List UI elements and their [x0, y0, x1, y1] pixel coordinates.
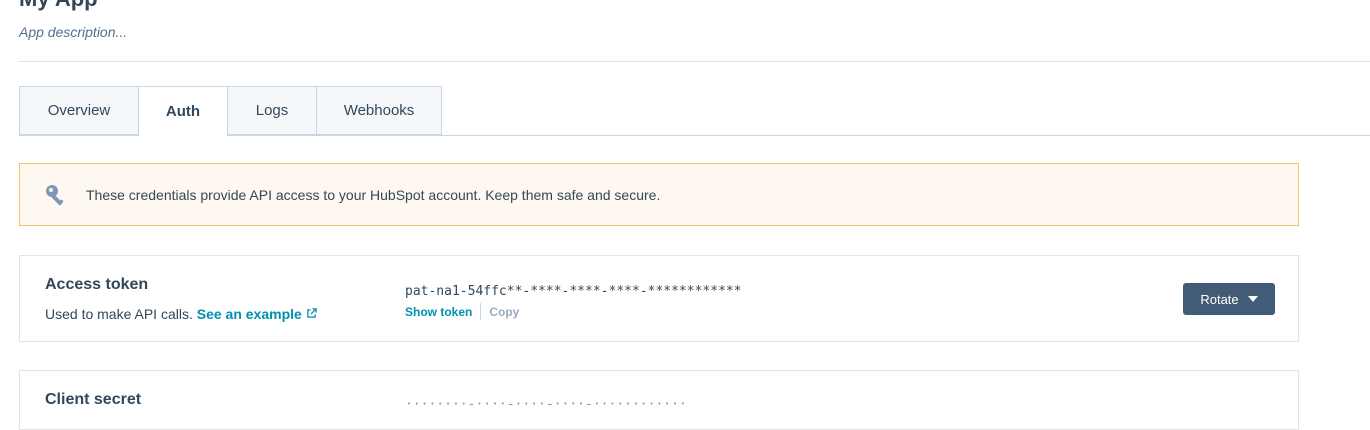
show-token-button[interactable]: Show token: [405, 305, 480, 319]
header-divider: [18, 61, 1370, 62]
tab-logs[interactable]: Logs: [228, 86, 317, 135]
access-token-value: pat-na1-54ffc**-****-****-****-*********…: [405, 284, 742, 299]
credentials-alert: These credentials provide API access to …: [19, 163, 1299, 226]
client-secret-value: ········-····-····-····-············: [405, 397, 687, 412]
tab-bar: Overview Auth Logs Webhooks: [19, 86, 442, 136]
key-icon: [46, 184, 64, 205]
client-secret-title: Client secret: [45, 391, 142, 408]
tab-webhooks[interactable]: Webhooks: [317, 86, 442, 135]
rotate-button[interactable]: Rotate: [1183, 283, 1275, 315]
client-secret-card: Client secret ········-····-····-····-··…: [19, 370, 1299, 430]
access-token-description: Used to make API calls. See an example: [45, 306, 317, 322]
access-token-title: Access token: [45, 276, 149, 293]
rotate-label: Rotate: [1200, 291, 1239, 307]
access-token-card: Access token Used to make API calls. See…: [19, 255, 1299, 342]
access-token-description-text: Used to make API calls.: [45, 306, 193, 322]
see-example-label: See an example: [196, 306, 302, 322]
tab-auth[interactable]: Auth: [139, 86, 228, 136]
alert-text: These credentials provide API access to …: [86, 186, 661, 203]
see-example-link[interactable]: See an example: [197, 306, 317, 322]
token-actions: Show token Copy: [405, 303, 519, 320]
app-description[interactable]: App description...: [19, 24, 127, 40]
caret-down-icon: [1247, 296, 1258, 302]
copy-button[interactable]: Copy: [481, 305, 519, 319]
external-link-icon: [306, 308, 317, 318]
app-title: My App: [19, 0, 98, 12]
tab-overview[interactable]: Overview: [19, 86, 139, 135]
